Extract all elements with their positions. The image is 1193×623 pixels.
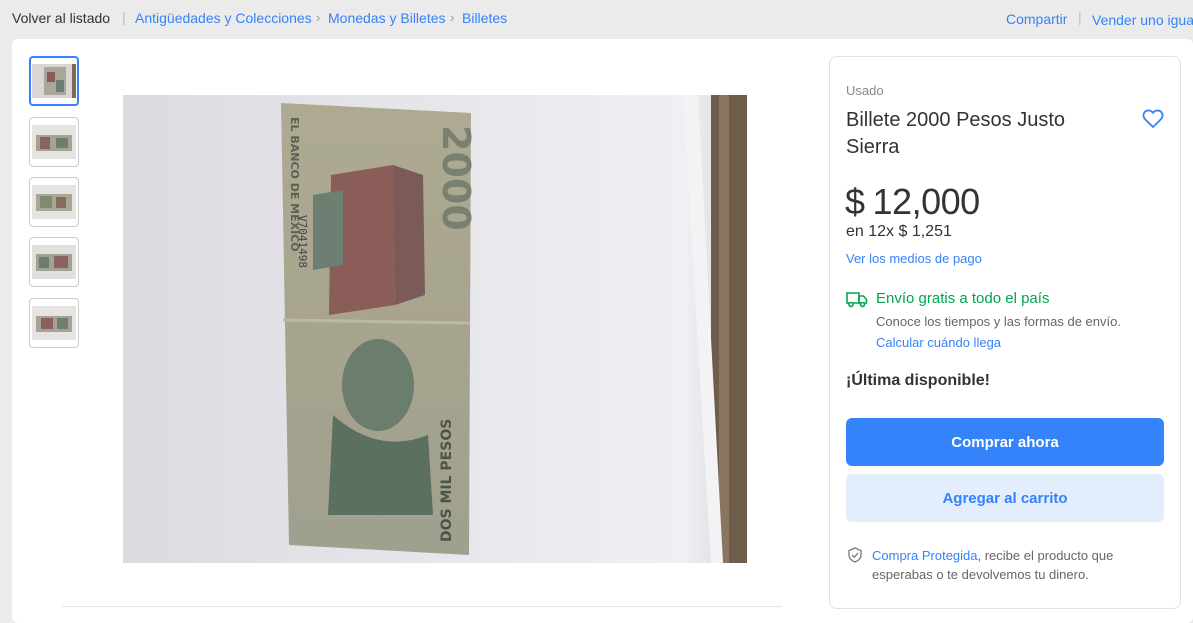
protected-purchase-link[interactable]: Compra Protegida (872, 548, 978, 563)
shield-check-icon (848, 547, 862, 563)
product-title: Billete 2000 Pesos Justo Sierra (846, 109, 1066, 158)
top-bar: Volver al listado | Antigüedades y Colec… (0, 0, 1193, 38)
separator: | (122, 9, 126, 25)
free-shipping-title: Envío gratis a todo el país (876, 290, 1050, 307)
thumbnail-1[interactable] (29, 56, 79, 106)
price: $12,000 (845, 181, 980, 223)
purchase-protection-text: Compra Protegida, recibe el producto que… (872, 546, 1152, 584)
sell-similar-link[interactable]: Vender uno igual (1092, 12, 1193, 28)
denomination-text: 2000 (434, 125, 478, 231)
thumbnail-3[interactable] (29, 177, 79, 227)
breadcrumb-item-banknotes[interactable]: Billetes (462, 10, 507, 26)
main-product-image[interactable]: 2000 EL BANCO DE MÉXICO V7041498 DOS MIL… (123, 95, 747, 563)
payment-methods-link[interactable]: Ver los medios de pago (846, 251, 982, 266)
breadcrumb-item-coins[interactable]: Monedas y Billetes (328, 10, 446, 26)
truck-icon (846, 292, 868, 308)
share-link[interactable]: Compartir (1006, 11, 1067, 27)
chevron-right-icon: › (450, 10, 455, 25)
chevron-right-icon: › (316, 10, 321, 25)
calculate-arrival-link[interactable]: Calcular cuándo llega (876, 335, 1001, 350)
price-amount: 12,000 (872, 181, 981, 222)
thumbnail-2[interactable] (29, 117, 79, 167)
installments-text: en 12x $ 1,251 (846, 223, 952, 240)
serial-number-text: V7041498 (296, 215, 309, 268)
favorite-button[interactable] (1141, 107, 1165, 131)
buy-box: Usado Billete 2000 Pesos Justo Sierra $1… (829, 56, 1181, 609)
thumbnail-5[interactable] (29, 298, 79, 348)
thumbnail-4[interactable] (29, 237, 79, 287)
separator: | (1078, 9, 1082, 25)
add-to-cart-button[interactable]: Agregar al carrito (846, 474, 1164, 522)
banknote-photo-icon (32, 64, 76, 98)
banknote-photo-icon: 2000 EL BANCO DE MÉXICO V7041498 DOS MIL… (123, 95, 747, 563)
divider (62, 606, 782, 607)
heart-icon (1142, 109, 1164, 129)
banknote-photo-icon (32, 125, 76, 159)
banknote-photo-icon (32, 185, 76, 219)
back-to-list-link[interactable]: Volver al listado (12, 10, 110, 26)
shipping-subtitle: Conoce los tiempos y las formas de envío… (876, 314, 1121, 329)
banknote-photo-icon (32, 245, 76, 279)
breadcrumb-item-antiques[interactable]: Antigüedades y Colecciones (135, 10, 312, 26)
banknote-photo-icon (32, 306, 76, 340)
currency-symbol: $ (845, 181, 865, 222)
stock-status: ¡Última disponible! (846, 372, 990, 389)
denomination-words-text: DOS MIL PESOS (439, 419, 455, 542)
condition-label: Usado (846, 83, 884, 98)
buy-now-button[interactable]: Comprar ahora (846, 418, 1164, 466)
